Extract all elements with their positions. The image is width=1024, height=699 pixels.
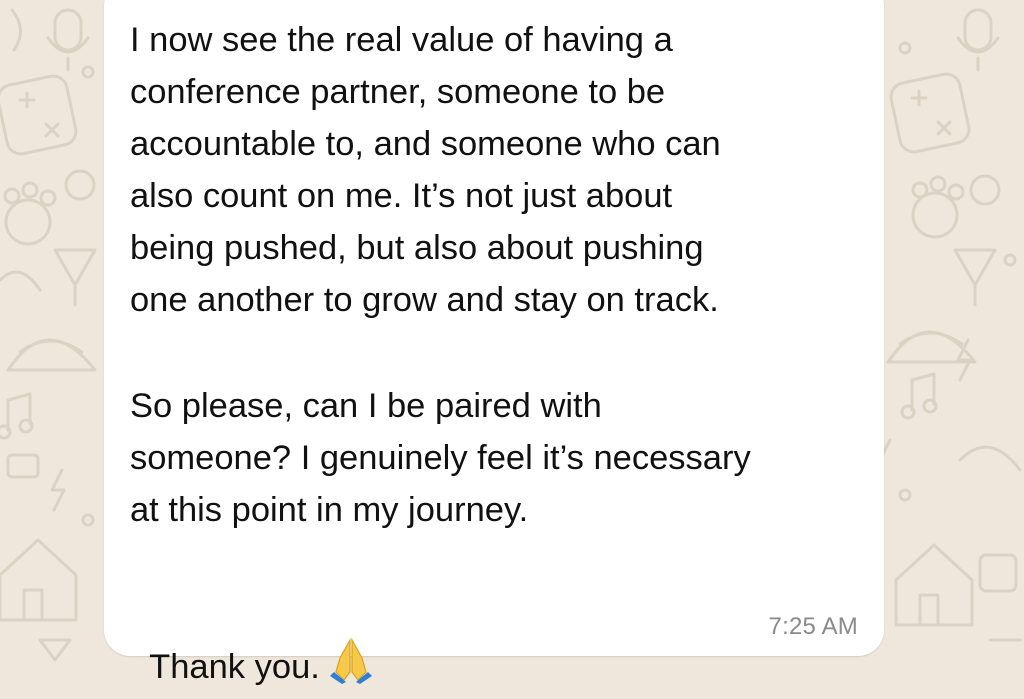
- message-paragraph-2: So please, can I be paired with someone?…: [130, 387, 751, 529]
- folded-hands-emoji: [329, 637, 372, 699]
- message-paragraph-1: I now see the real value of having a con…: [130, 21, 721, 319]
- moon-icon: [10, 8, 22, 52]
- message-closing-line: Thank you.: [130, 586, 870, 699]
- message-paragraph-3: Thank you.: [149, 648, 320, 686]
- message-timestamp: 7:25 AM: [768, 613, 858, 640]
